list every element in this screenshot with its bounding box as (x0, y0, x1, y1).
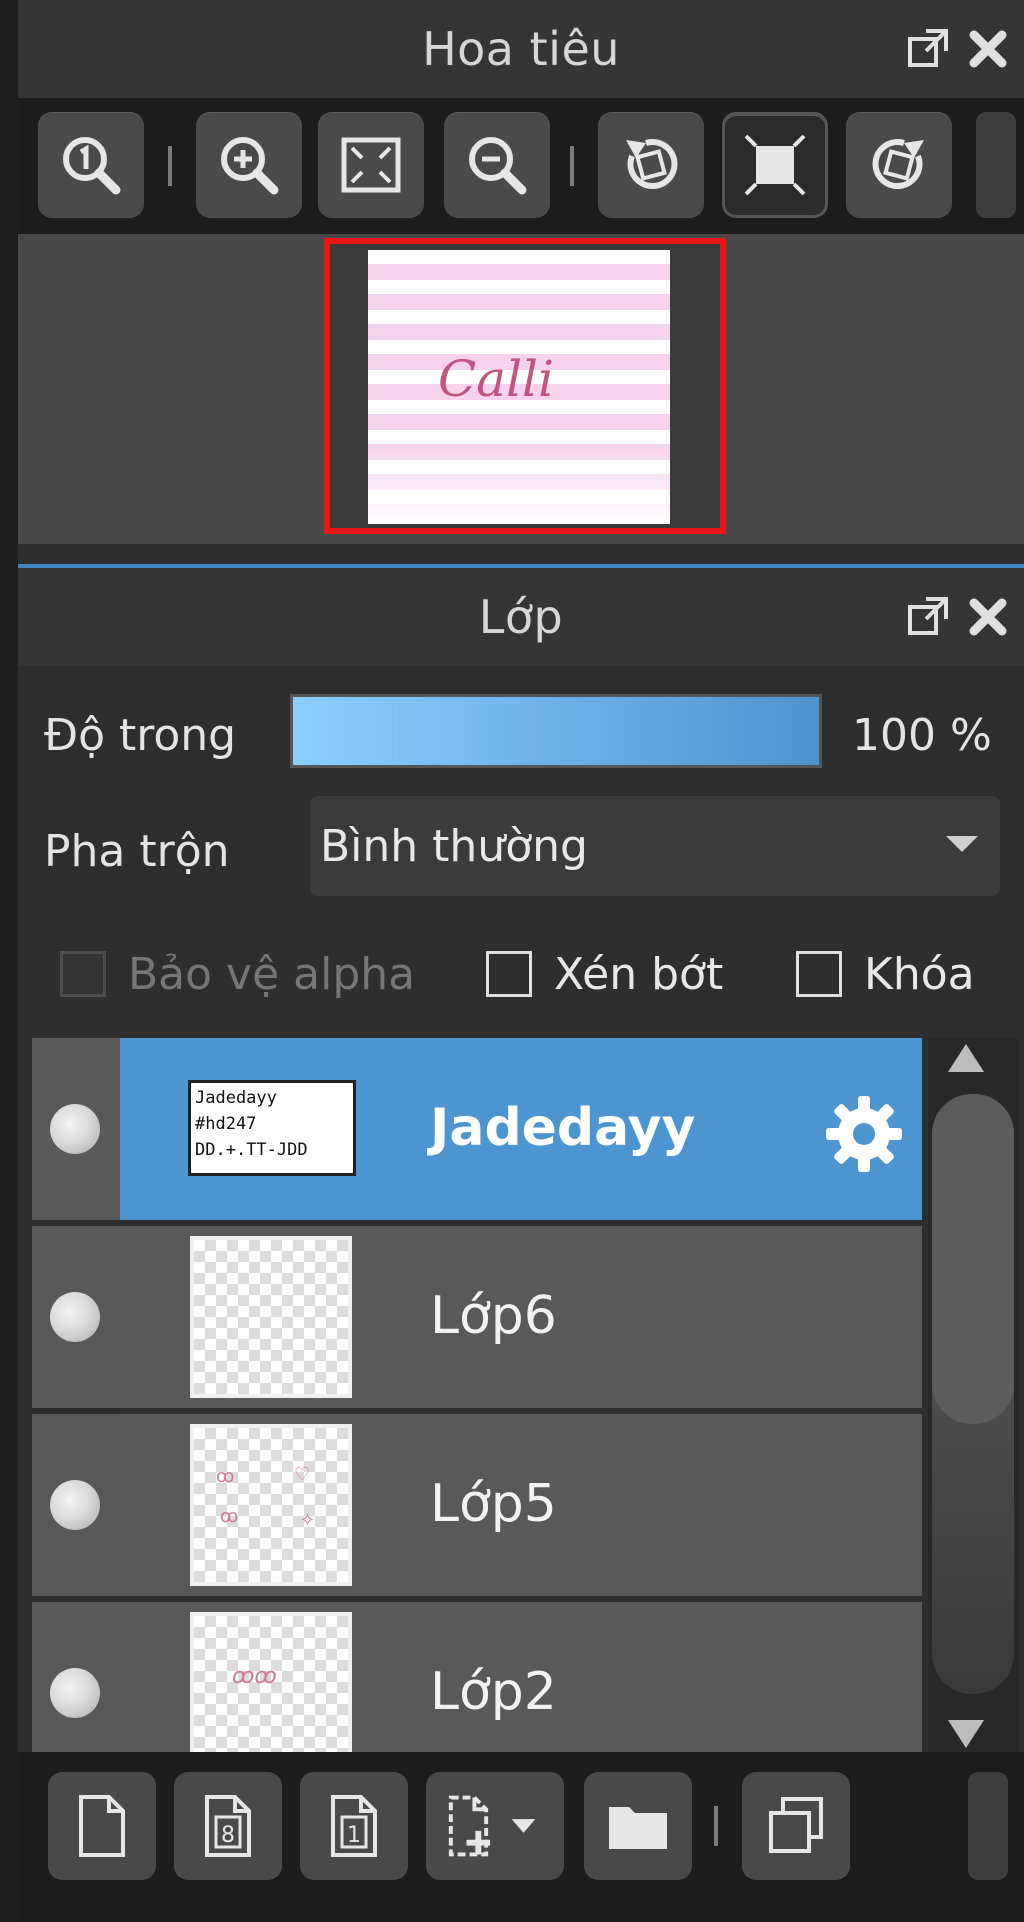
new-layer-button[interactable] (48, 1772, 156, 1880)
opacity-slider[interactable] (290, 694, 822, 768)
add-special-layer-icon (448, 1795, 536, 1857)
layer-name: Lớp2 (430, 1662, 557, 1722)
navigator-title: Hoa tiêu (422, 22, 620, 76)
visibility-toggle-icon[interactable] (50, 1104, 100, 1154)
toolbar-separator (714, 1806, 718, 1846)
visibility-toggle-icon[interactable] (50, 1668, 100, 1718)
layers-title: Lớp (478, 590, 564, 644)
blend-mode-label: Pha trộn (44, 826, 230, 877)
zoom-actual-size-icon (63, 137, 121, 195)
view-rectangle[interactable]: Calli (324, 238, 726, 534)
new-folder-button[interactable] (584, 1772, 692, 1880)
zoom-in-icon (221, 137, 279, 195)
new-layer-icon (79, 1795, 125, 1857)
preview-calligraphy: Calli (438, 350, 555, 408)
zoom-out-icon (469, 137, 527, 195)
duplicate-layer-icon (769, 1797, 823, 1853)
lock-checkbox[interactable]: Khóa (796, 944, 975, 1004)
clipping-checkbox[interactable]: Xén bớt (486, 944, 723, 1004)
zoom-out-button[interactable] (444, 112, 550, 218)
canvas-thumbnail: Calli (368, 250, 670, 524)
layer-row[interactable]: Jadedayy #hd247 DD.+.TT-JDD Jadedayy (32, 1038, 922, 1220)
rotate-right-icon (872, 139, 924, 190)
layer-thumbnail: ꝏꝏ (190, 1612, 352, 1752)
reset-view-button[interactable] (722, 112, 828, 218)
protect-alpha-label: Bảo vệ alpha (128, 948, 416, 1000)
blend-mode-value: Bình thường (320, 820, 588, 872)
layers-header: Lớp (18, 568, 1024, 666)
layer-list: Jadedayy #hd247 DD.+.TT-JDD Jadedayy Lớp… (32, 1038, 922, 1752)
visibility-column (32, 1038, 120, 1220)
new-8bit-layer-button[interactable]: 8 (174, 1772, 282, 1880)
blend-mode-select[interactable]: Bình thường (310, 796, 1000, 896)
layer-row[interactable]: ꝏꝏ Lớp2 (32, 1602, 922, 1752)
layer-thumbnail: ꝏ ♡ ꝏ ✧ (190, 1424, 352, 1586)
opacity-slider-fill (293, 697, 819, 765)
gear-icon[interactable] (822, 1092, 906, 1176)
opacity-label: Độ trong (44, 710, 237, 761)
fit-screen-button[interactable] (318, 112, 424, 218)
new-1bit-layer-icon: 1 (331, 1795, 377, 1857)
navigator-header: Hoa tiêu (18, 0, 1024, 98)
toolbar-separator (168, 146, 172, 186)
layer-row[interactable]: Lớp6 (32, 1226, 922, 1408)
clipping-label: Xén bớt (554, 948, 724, 1000)
navigator-toolbar (18, 98, 1024, 234)
scroll-down-icon[interactable] (948, 1720, 984, 1748)
visibility-column (32, 1226, 120, 1408)
popout-icon[interactable] (904, 593, 952, 641)
new-folder-icon (609, 1807, 667, 1849)
visibility-column (32, 1414, 120, 1596)
clipping-box[interactable] (486, 951, 532, 997)
layer-name: Lớp5 (430, 1474, 557, 1534)
opacity-value: 100 % (852, 710, 992, 761)
zoom-in-button[interactable] (196, 112, 302, 218)
layer-thumbnail (190, 1236, 352, 1398)
scroll-up-icon[interactable] (948, 1044, 984, 1072)
protect-alpha-checkbox[interactable]: Bảo vệ alpha (60, 944, 415, 1004)
layer-toolbar: 8 1 (18, 1752, 1024, 1922)
layer-thumbnail: Jadedayy #hd247 DD.+.TT-JDD (188, 1080, 356, 1176)
close-icon[interactable] (964, 593, 1012, 641)
fit-screen-icon (341, 137, 401, 193)
lock-box[interactable] (796, 951, 842, 997)
left-edge (0, 0, 18, 1922)
zoom-actual-size-button[interactable] (38, 112, 144, 218)
svg-text:1: 1 (347, 1823, 361, 1848)
visibility-toggle-icon[interactable] (50, 1480, 100, 1530)
close-icon[interactable] (964, 25, 1012, 73)
protect-alpha-box[interactable] (60, 951, 106, 997)
lock-label: Khóa (864, 948, 975, 1000)
toolbar-scroll-handle[interactable] (968, 1772, 1008, 1880)
new-1bit-layer-button[interactable]: 1 (300, 1772, 408, 1880)
chevron-down-icon (946, 836, 978, 852)
popout-icon[interactable] (904, 25, 952, 73)
layer-row[interactable]: ꝏ ♡ ꝏ ✧ Lớp5 (32, 1414, 922, 1596)
scrollbar-thumb[interactable] (932, 1094, 1014, 1694)
toolbar-scroll-handle[interactable] (976, 112, 1016, 218)
rotate-right-button[interactable] (846, 112, 952, 218)
layer-name: Jadedayy (430, 1098, 696, 1158)
layer-list-scrollbar[interactable] (928, 1038, 1018, 1752)
new-8bit-layer-icon: 8 (205, 1795, 251, 1857)
duplicate-layer-button[interactable] (742, 1772, 850, 1880)
add-special-layer-button[interactable] (426, 1772, 564, 1880)
rotate-left-icon (626, 139, 678, 190)
visibility-toggle-icon[interactable] (50, 1292, 100, 1342)
toolbar-separator (570, 146, 574, 186)
navigator-preview[interactable]: Calli (18, 234, 1024, 544)
svg-text:8: 8 (221, 1823, 235, 1848)
rotate-left-button[interactable] (598, 112, 704, 218)
visibility-column (32, 1602, 120, 1752)
reset-view-icon (744, 134, 806, 196)
layer-name: Lớp6 (430, 1286, 557, 1346)
